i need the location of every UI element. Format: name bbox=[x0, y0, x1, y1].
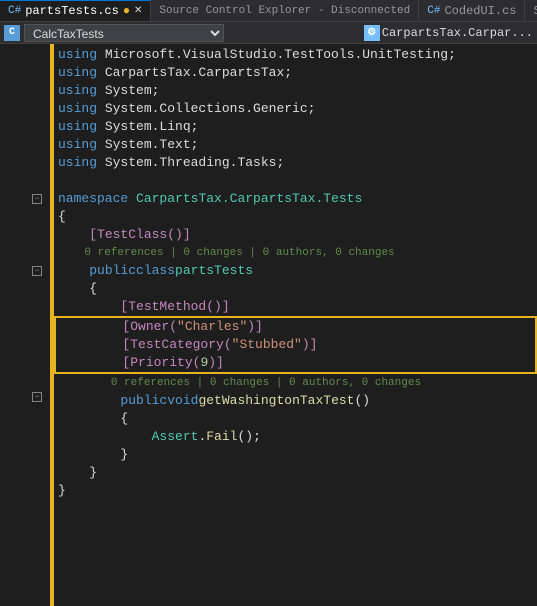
tab-modified-dot: ● bbox=[123, 4, 130, 18]
highlight-region: [Owner("Charles")] [TestCategory("Stubbe… bbox=[54, 316, 537, 374]
tab-codedUI[interactable]: C# CodedUI.cs bbox=[419, 0, 525, 21]
tab-sourceControl[interactable]: Source Control Explorer - Disconnected bbox=[151, 0, 419, 21]
gutter-1 bbox=[0, 46, 46, 64]
tab-codedUI-label: CodedUI.cs bbox=[444, 4, 516, 18]
gutter-blank-1 bbox=[0, 172, 46, 190]
code-line-method: public void getWashingtonTaxTest() bbox=[54, 392, 537, 410]
meta-references-2: 0 references | 0 changes | 0 authors, 0 … bbox=[111, 374, 421, 392]
gutter-brace5 bbox=[0, 460, 46, 478]
gutter-4 bbox=[0, 100, 46, 118]
gutter-7 bbox=[0, 154, 46, 172]
class-icon: C bbox=[4, 25, 20, 41]
tab-startup-label: Startup.cs bbox=[533, 4, 537, 18]
tab-partsTests[interactable]: C# partsTests.cs ● ✕ bbox=[0, 0, 151, 21]
gutter-2 bbox=[0, 64, 46, 82]
gutter-testmethod bbox=[0, 298, 46, 316]
code-line-5: using System.Linq; bbox=[54, 118, 537, 136]
code-line-2: using CarpartsTax.CarpartsTax; bbox=[54, 64, 537, 82]
code-line-6: using System.Text; bbox=[54, 136, 537, 154]
gutter-method: − bbox=[0, 388, 46, 406]
code-line-owner: [Owner("Charles")] bbox=[56, 318, 535, 336]
gutter-priority bbox=[0, 352, 46, 370]
tab-partsTests-close[interactable]: ✕ bbox=[134, 5, 142, 17]
code-line-testclass-attr: [TestClass()] bbox=[54, 226, 537, 244]
code-line-brace4: } bbox=[54, 446, 537, 464]
class-breadcrumb[interactable]: CalcTaxTests bbox=[24, 24, 224, 42]
gutter-brace2 bbox=[0, 280, 46, 298]
method-breadcrumb-label: CarpartsTax.Carpar... bbox=[382, 26, 533, 40]
code-line-testcategory: [TestCategory("Stubbed")] bbox=[56, 336, 535, 354]
tab-startup[interactable]: Startup.cs bbox=[525, 0, 537, 21]
collapse-class[interactable]: − bbox=[32, 266, 42, 276]
expand-1[interactable] bbox=[32, 46, 42, 64]
gutter-5 bbox=[0, 118, 46, 136]
code-line-meta2: 0 references | 0 changes | 0 authors, 0 … bbox=[54, 374, 537, 392]
code-line-brace5: } bbox=[54, 464, 537, 482]
gutter-owner bbox=[0, 316, 46, 334]
code-line-brace1: { bbox=[54, 208, 537, 226]
code-line-priority: [Priority(9)] bbox=[56, 354, 535, 372]
code-line-assert: Assert.Fail(); bbox=[54, 428, 537, 446]
gutter-brace3 bbox=[0, 406, 46, 424]
gutter-brace6 bbox=[0, 478, 46, 496]
code-line-testmethod-attr: [TestMethod()] bbox=[54, 298, 537, 316]
tab-partsTests-label: partsTests.cs bbox=[25, 4, 119, 18]
gutter-6 bbox=[0, 136, 46, 154]
collapse-ns[interactable]: − bbox=[32, 194, 42, 204]
code-line-7: using System.Threading.Tasks; bbox=[54, 154, 537, 172]
gutter-brace1 bbox=[0, 208, 46, 226]
gutter-3 bbox=[0, 82, 46, 100]
meta-references-1: 0 references | 0 changes | 0 authors, 0 … bbox=[84, 244, 394, 262]
gutter-class: − bbox=[0, 262, 46, 280]
tab-sourceControl-label: Source Control Explorer - Disconnected bbox=[159, 5, 410, 17]
gutter-testcat bbox=[0, 334, 46, 352]
gutter-meta1 bbox=[0, 244, 46, 262]
toolbar: C CalcTaxTests ⚙ CarpartsTax.Carpar... bbox=[0, 22, 537, 44]
gutter-assert bbox=[0, 424, 46, 442]
code-line-blank1 bbox=[54, 172, 537, 190]
code-line-3: using System; bbox=[54, 82, 537, 100]
code-line-class: public class partsTests bbox=[54, 262, 537, 280]
gutter-ns: − bbox=[0, 190, 46, 208]
gutter-meta2 bbox=[0, 370, 46, 388]
code-line-brace2: { bbox=[54, 280, 537, 298]
code-line-meta1: 0 references | 0 changes | 0 authors, 0 … bbox=[54, 244, 537, 262]
code-content[interactable]: using Microsoft.VisualStudio.TestTools.U… bbox=[54, 44, 537, 606]
code-line-brace3: { bbox=[54, 410, 537, 428]
cs-icon-2: C# bbox=[427, 5, 440, 17]
tab-bar: C# partsTests.cs ● ✕ Source Control Expl… bbox=[0, 0, 537, 22]
gutter-attr1 bbox=[0, 226, 46, 244]
code-line-4: using System.Collections.Generic; bbox=[54, 100, 537, 118]
code-line-namespace: namespace CarpartsTax.CarpartsTax.Tests bbox=[54, 190, 537, 208]
method-icon: ⚙ bbox=[364, 25, 380, 41]
gutter: − − − bbox=[0, 44, 50, 606]
cs-icon: C# bbox=[8, 5, 21, 17]
breadcrumb-right: ⚙ CarpartsTax.Carpar... bbox=[364, 25, 533, 41]
class-icon-label: C bbox=[9, 27, 15, 38]
code-line-brace6: } bbox=[54, 482, 537, 500]
code-area: − − − using Microsoft.VisualStudio. bbox=[0, 44, 537, 606]
gutter-brace4 bbox=[0, 442, 46, 460]
collapse-method[interactable]: − bbox=[32, 392, 42, 402]
code-line-1: using Microsoft.VisualStudio.TestTools.U… bbox=[54, 46, 537, 64]
